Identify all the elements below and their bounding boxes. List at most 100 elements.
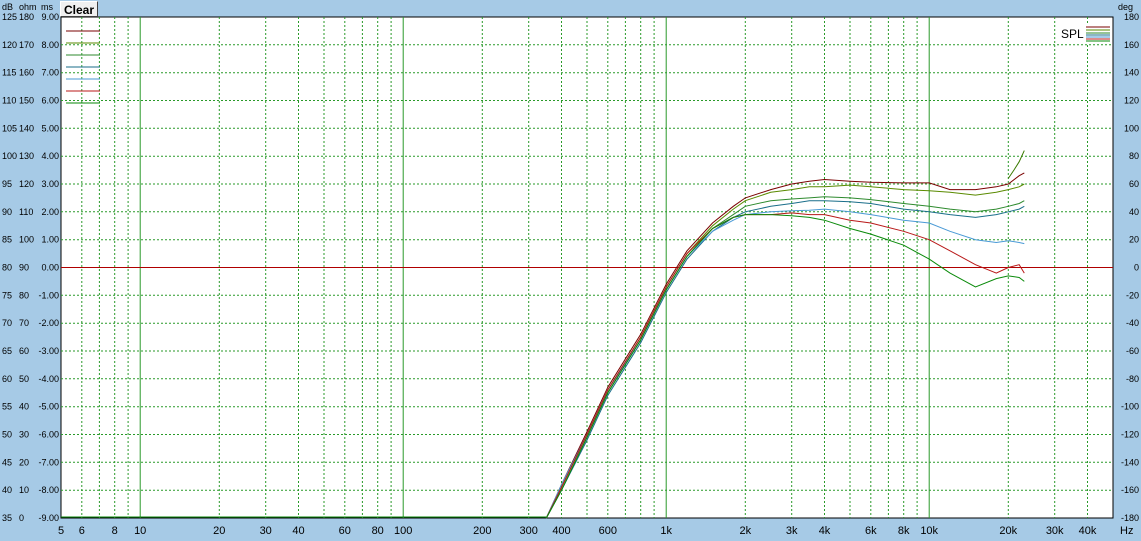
y-tick-db: 50	[2, 430, 12, 440]
y-tick-ohm: 140	[19, 123, 34, 133]
y-tick-ms: 5.00	[41, 123, 59, 133]
y-tick-db: 35	[2, 513, 12, 523]
y-axis-header-ms: ms	[41, 2, 53, 12]
y-tick-deg: 100	[1124, 123, 1139, 133]
y-tick-ms: -7.00	[38, 457, 59, 467]
y-tick-db: 115	[2, 68, 16, 78]
x-tick-label: 40k	[1079, 525, 1097, 537]
y-tick-ohm: 10	[19, 485, 29, 495]
y-tick-ms: 7.00	[41, 68, 59, 78]
y-tick-ms: -9.00	[38, 513, 59, 523]
y-tick-deg: 160	[1124, 40, 1139, 50]
x-tick-label: 20k	[999, 525, 1017, 537]
x-tick-label: 30	[260, 525, 272, 537]
y-tick-ohm: 170	[19, 40, 34, 50]
y-tick-deg: -60	[1126, 346, 1139, 356]
x-tick-label: 8	[112, 525, 118, 537]
x-tick-label: 10	[134, 525, 146, 537]
y-tick-deg: 20	[1129, 235, 1139, 245]
y-tick-db: 110	[2, 96, 16, 106]
y-tick-ms: 8.00	[41, 40, 59, 50]
y-tick-ms: 6.00	[41, 96, 59, 106]
y-axis-header-ohm: ohm	[19, 2, 37, 12]
y-axis-header-deg: deg	[1118, 2, 1133, 12]
y-tick-deg: -140	[1121, 457, 1139, 467]
x-tick-label: 10k	[920, 525, 938, 537]
x-tick-label: 20	[213, 525, 225, 537]
y-tick-ms: 2.00	[41, 207, 59, 217]
y-tick-db: 65	[2, 346, 12, 356]
y-tick-deg: 0	[1134, 263, 1139, 273]
x-tick-label: 100	[394, 525, 412, 537]
legend-label: SPL	[1061, 27, 1084, 41]
clear-button[interactable]: Clear	[60, 1, 98, 17]
y-tick-ohm: 130	[19, 151, 34, 161]
x-tick-label: 600	[599, 525, 617, 537]
y-tick-deg: 140	[1124, 68, 1139, 78]
y-tick-db: 105	[2, 123, 17, 133]
y-tick-db: 40	[2, 485, 12, 495]
y-tick-deg: -20	[1126, 290, 1139, 300]
x-tick-label: 40	[292, 525, 304, 537]
y-tick-ms: 9.00	[41, 12, 59, 22]
x-tick-label: 3k	[786, 525, 798, 537]
y-tick-db: 55	[2, 402, 12, 412]
legend-swatches	[1086, 26, 1110, 42]
y-tick-deg: -120	[1121, 430, 1139, 440]
y-tick-ohm: 40	[19, 402, 29, 412]
y-tick-deg: -80	[1126, 374, 1139, 384]
y-tick-deg: -160	[1121, 485, 1139, 495]
x-tick-label: 2k	[739, 525, 751, 537]
y-tick-ms: -5.00	[38, 402, 59, 412]
legend: SPL	[1058, 24, 1112, 44]
y-tick-db: 60	[2, 374, 12, 384]
y-tick-db: 95	[2, 179, 12, 189]
y-tick-ohm: 60	[19, 346, 29, 356]
y-tick-deg: 180	[1124, 12, 1139, 22]
y-tick-db: 125	[2, 12, 17, 22]
y-tick-ohm: 90	[19, 263, 29, 273]
y-tick-db: 85	[2, 235, 12, 245]
y-tick-ohm: 120	[19, 179, 34, 189]
y-tick-ms: 1.00	[41, 235, 59, 245]
y-tick-ms: -3.00	[38, 346, 59, 356]
y-tick-deg: -180	[1121, 513, 1139, 523]
y-tick-ms: 3.00	[41, 179, 59, 189]
y-tick-ohm: 160	[19, 68, 34, 78]
x-tick-label: 1k	[660, 525, 672, 537]
y-tick-deg: -100	[1121, 402, 1139, 412]
y-tick-ms: -1.00	[38, 290, 59, 300]
y-tick-deg: 60	[1129, 179, 1139, 189]
y-tick-ohm: 50	[19, 374, 29, 384]
x-tick-label: 4k	[819, 525, 831, 537]
y-tick-ms: 4.00	[41, 151, 59, 161]
x-tick-label: 30k	[1046, 525, 1064, 537]
y-tick-db: 120	[2, 40, 17, 50]
x-tick-label: 8k	[898, 525, 910, 537]
y-tick-ms: 0.00	[41, 263, 59, 273]
y-tick-ohm: 100	[19, 235, 34, 245]
y-tick-ohm: 30	[19, 430, 29, 440]
y-tick-deg: 40	[1129, 207, 1139, 217]
y-tick-ohm: 80	[19, 290, 29, 300]
x-tick-label: 80	[372, 525, 384, 537]
x-tick-label: 6	[79, 525, 85, 537]
y-tick-db: 45	[2, 457, 12, 467]
y-axis-header-db: dB	[2, 2, 13, 12]
y-tick-ohm: 150	[19, 96, 34, 106]
x-axis-unit: Hz	[1120, 525, 1133, 537]
y-tick-ohm: 20	[19, 457, 29, 467]
y-tick-db: 100	[2, 151, 17, 161]
y-tick-ohm: 180	[19, 12, 34, 22]
y-tick-ohm: 110	[19, 207, 33, 217]
y-tick-deg: 80	[1129, 151, 1139, 161]
y-tick-ms: -8.00	[38, 485, 59, 495]
x-tick-label: 6k	[865, 525, 877, 537]
x-tick-label: 5	[58, 525, 64, 537]
y-tick-ohm: 70	[19, 318, 29, 328]
y-tick-db: 90	[2, 207, 12, 217]
y-tick-db: 75	[2, 290, 12, 300]
x-tick-label: 300	[520, 525, 538, 537]
y-tick-db: 70	[2, 318, 12, 328]
x-tick-label: 400	[552, 525, 570, 537]
